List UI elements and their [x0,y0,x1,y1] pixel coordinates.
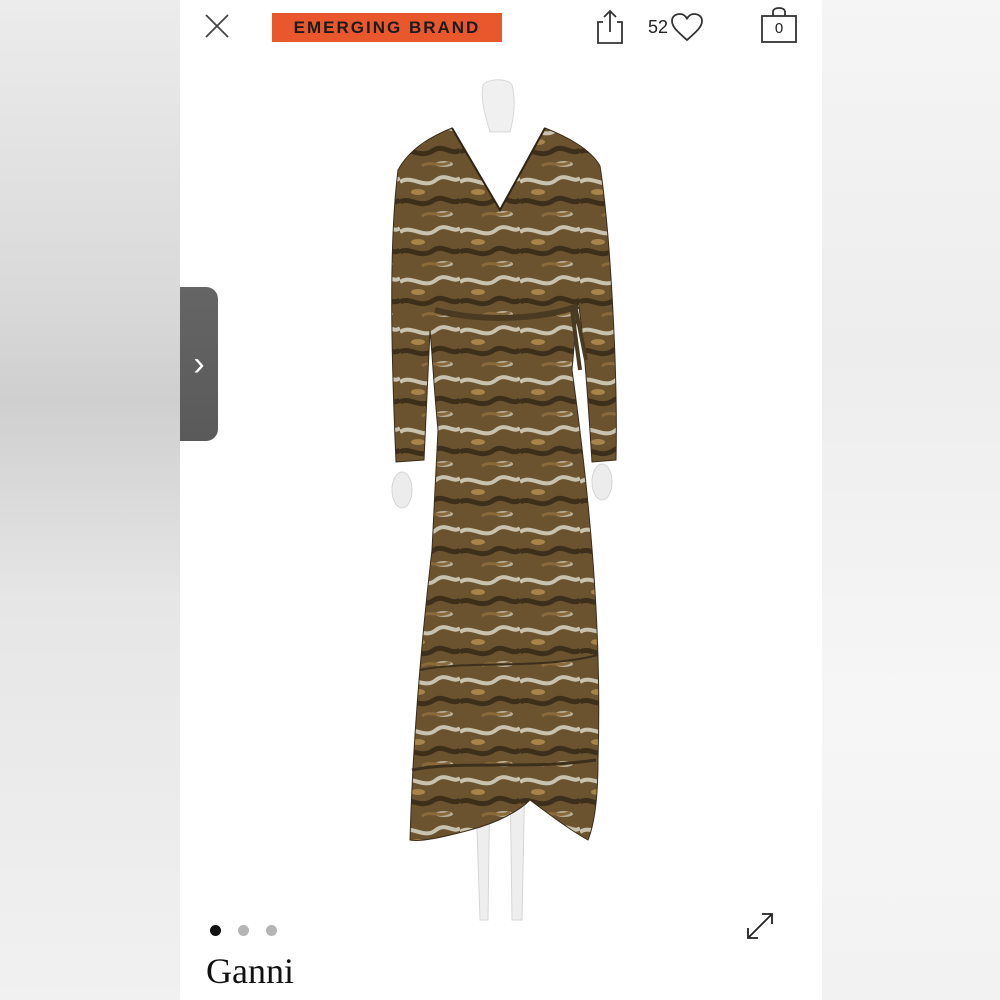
pagination-dot[interactable] [266,925,277,936]
chevron-right-icon: › [193,344,205,383]
heart-icon [671,13,703,42]
background-right [822,0,1000,1000]
share-icon[interactable] [594,8,626,46]
emerging-brand-badge: EMERGING BRAND [272,13,502,42]
next-image-arrow[interactable]: › [180,287,218,441]
cart-count: 0 [774,20,784,37]
shopping-bag-button[interactable]: 0 [760,6,798,44]
brand-name[interactable]: Ganni [206,950,294,992]
close-icon[interactable] [203,12,231,40]
background-left [0,0,180,1000]
likes-button[interactable]: 52 [648,13,704,42]
pagination-dot[interactable] [238,925,249,936]
pagination-dot[interactable] [210,925,221,936]
product-image [391,79,617,921]
image-pagination [210,925,277,936]
expand-icon[interactable] [742,908,778,944]
likes-count: 52 [648,16,669,37]
